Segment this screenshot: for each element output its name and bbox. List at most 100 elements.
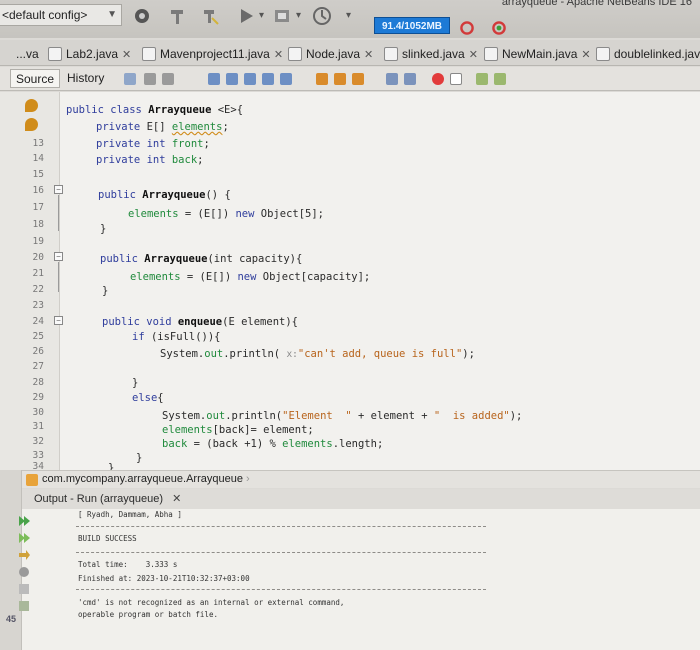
code-line: public class Arrayqueue <E>{ xyxy=(66,104,243,116)
code-line: back = (back +1) % elements.length; xyxy=(162,438,383,450)
code-token: else xyxy=(132,392,158,404)
side-badge: 45 xyxy=(6,614,17,624)
memory-usage-badge[interactable]: 91.4/1052MB xyxy=(374,17,450,34)
line-number: 31 xyxy=(32,421,44,432)
code-token: = (E[]) xyxy=(180,271,238,283)
find-previous-icon[interactable] xyxy=(226,73,238,85)
shift-right-icon[interactable] xyxy=(404,73,416,85)
tab-lab2[interactable]: Lab2.java ✕ xyxy=(46,43,131,65)
code-token: ); xyxy=(509,410,523,422)
next-bookmark-icon[interactable] xyxy=(334,73,346,85)
tab-slinked[interactable]: slinked.java ✕ xyxy=(382,43,478,65)
wrap-icon[interactable] xyxy=(17,582,31,596)
output-separator xyxy=(76,526,486,527)
rerun-with-args-icon[interactable] xyxy=(17,531,31,545)
debug-icon[interactable] xyxy=(272,6,292,26)
code-token: .length; xyxy=(332,438,384,450)
close-icon[interactable]: ✕ xyxy=(581,49,590,61)
gc-alt-icon[interactable] xyxy=(490,20,508,36)
fold-toggle-icon[interactable]: − xyxy=(54,316,63,325)
code-token: <E>{ xyxy=(211,104,244,116)
hammer-icon[interactable] xyxy=(168,6,188,26)
code-token: (int capacity){ xyxy=(207,253,303,265)
code-token: .println( xyxy=(225,410,283,422)
code-token: ; xyxy=(222,121,229,133)
clear-output-icon[interactable] xyxy=(17,599,31,613)
code-token: elements xyxy=(171,121,223,133)
code-token: " is added" xyxy=(433,410,510,422)
code-token: elements xyxy=(128,208,179,220)
code-token: elements xyxy=(162,424,213,436)
stop-icon[interactable] xyxy=(17,565,31,579)
output-line: Finished at: 2023-10-21T10:32:37+03:00 xyxy=(78,574,250,583)
close-icon[interactable]: ✕ xyxy=(172,493,181,505)
code-token: back xyxy=(171,154,198,166)
line-number: 32 xyxy=(32,436,44,447)
toggle-bookmark-icon[interactable] xyxy=(352,73,364,85)
toggle-highlight-icon[interactable] xyxy=(262,73,274,85)
stop-macro-icon[interactable] xyxy=(450,73,462,85)
code-token: .println( xyxy=(223,348,287,360)
tab-mavenproject11[interactable]: Mavenproject11.java ✕ xyxy=(140,43,283,65)
java-file-icon xyxy=(596,47,610,61)
back-icon[interactable] xyxy=(144,73,156,85)
rerun-icon[interactable] xyxy=(17,514,31,528)
run-dropdown-icon[interactable]: ▾ xyxy=(259,10,264,21)
last-edit-icon[interactable] xyxy=(124,73,136,85)
parameter-hint: x: xyxy=(286,349,298,360)
tab-newmain[interactable]: NewMain.java ✕ xyxy=(482,43,591,65)
code-token: (E element){ xyxy=(222,316,298,328)
tab-doublelinked[interactable]: doublelinked.java xyxy=(594,43,700,65)
start-macro-icon[interactable] xyxy=(432,73,444,85)
line-number: 17 xyxy=(32,202,44,213)
previous-bookmark-icon[interactable] xyxy=(316,73,328,85)
close-icon[interactable]: ✕ xyxy=(364,49,373,61)
find-next-icon[interactable] xyxy=(244,73,256,85)
clean-build-icon[interactable] xyxy=(200,6,220,26)
code-token: if xyxy=(132,331,151,343)
main-toolbar: <default config> ▼ ▾ ▾ ▾ 91.4/1052MB arr… xyxy=(0,0,700,38)
code-line: } xyxy=(132,377,139,389)
config-select[interactable]: <default config> ▼ xyxy=(0,4,122,26)
profile-dropdown-icon[interactable]: ▾ xyxy=(346,10,351,21)
memory-usage-text: 91.4/1052MB xyxy=(381,21,443,32)
gc-icon[interactable] xyxy=(458,20,476,36)
code-token: = (back +1) % xyxy=(187,438,283,450)
shift-left-icon[interactable] xyxy=(386,73,398,85)
warning-icon[interactable] xyxy=(25,99,38,112)
comment-icon[interactable] xyxy=(476,73,488,85)
tab-label: ...va xyxy=(16,47,39,61)
tab-node[interactable]: Node.java ✕ xyxy=(286,43,373,65)
fold-toggle-icon[interactable]: − xyxy=(54,185,63,194)
output-tab[interactable]: Output - Run (arrayqueue) ✕ xyxy=(22,489,700,509)
code-token: public class xyxy=(66,104,149,116)
code-line: if (isFull()){ xyxy=(132,331,221,343)
search-icon[interactable] xyxy=(208,73,220,85)
close-icon[interactable]: ✕ xyxy=(122,49,131,61)
run-icon[interactable] xyxy=(236,6,256,26)
step-icon[interactable] xyxy=(17,548,31,562)
line-number: 14 xyxy=(32,153,44,164)
breadcrumb[interactable]: com.mycompany.arrayqueue.Arrayqueue › xyxy=(22,470,700,488)
code-line: } xyxy=(100,223,107,235)
settings-icon[interactable] xyxy=(132,6,152,26)
code-token: public xyxy=(100,253,145,265)
close-icon[interactable]: ✕ xyxy=(469,49,478,61)
debug-dropdown-icon[interactable]: ▾ xyxy=(296,10,301,21)
tab-history[interactable]: History xyxy=(62,69,109,88)
chevron-down-icon: ▼ xyxy=(107,9,117,20)
tab-source[interactable]: Source xyxy=(10,69,61,88)
code-token: elements xyxy=(282,438,333,450)
code-token: private int xyxy=(96,154,172,166)
fold-guide xyxy=(58,195,59,231)
editor-tabbar: ...va Lab2.java ✕ Mavenproject11.java ✕ No… xyxy=(0,40,700,66)
fold-toggle-icon[interactable]: − xyxy=(54,252,63,261)
forward-icon[interactable] xyxy=(162,73,174,85)
profile-icon[interactable] xyxy=(312,6,332,26)
toggle-rect-select-icon[interactable] xyxy=(280,73,292,85)
warning-icon[interactable] xyxy=(25,118,38,131)
tab-overflow[interactable]: ...va xyxy=(0,43,39,65)
uncomment-icon[interactable] xyxy=(494,73,506,85)
line-number: 25 xyxy=(32,331,44,342)
close-icon[interactable]: ✕ xyxy=(274,49,283,61)
